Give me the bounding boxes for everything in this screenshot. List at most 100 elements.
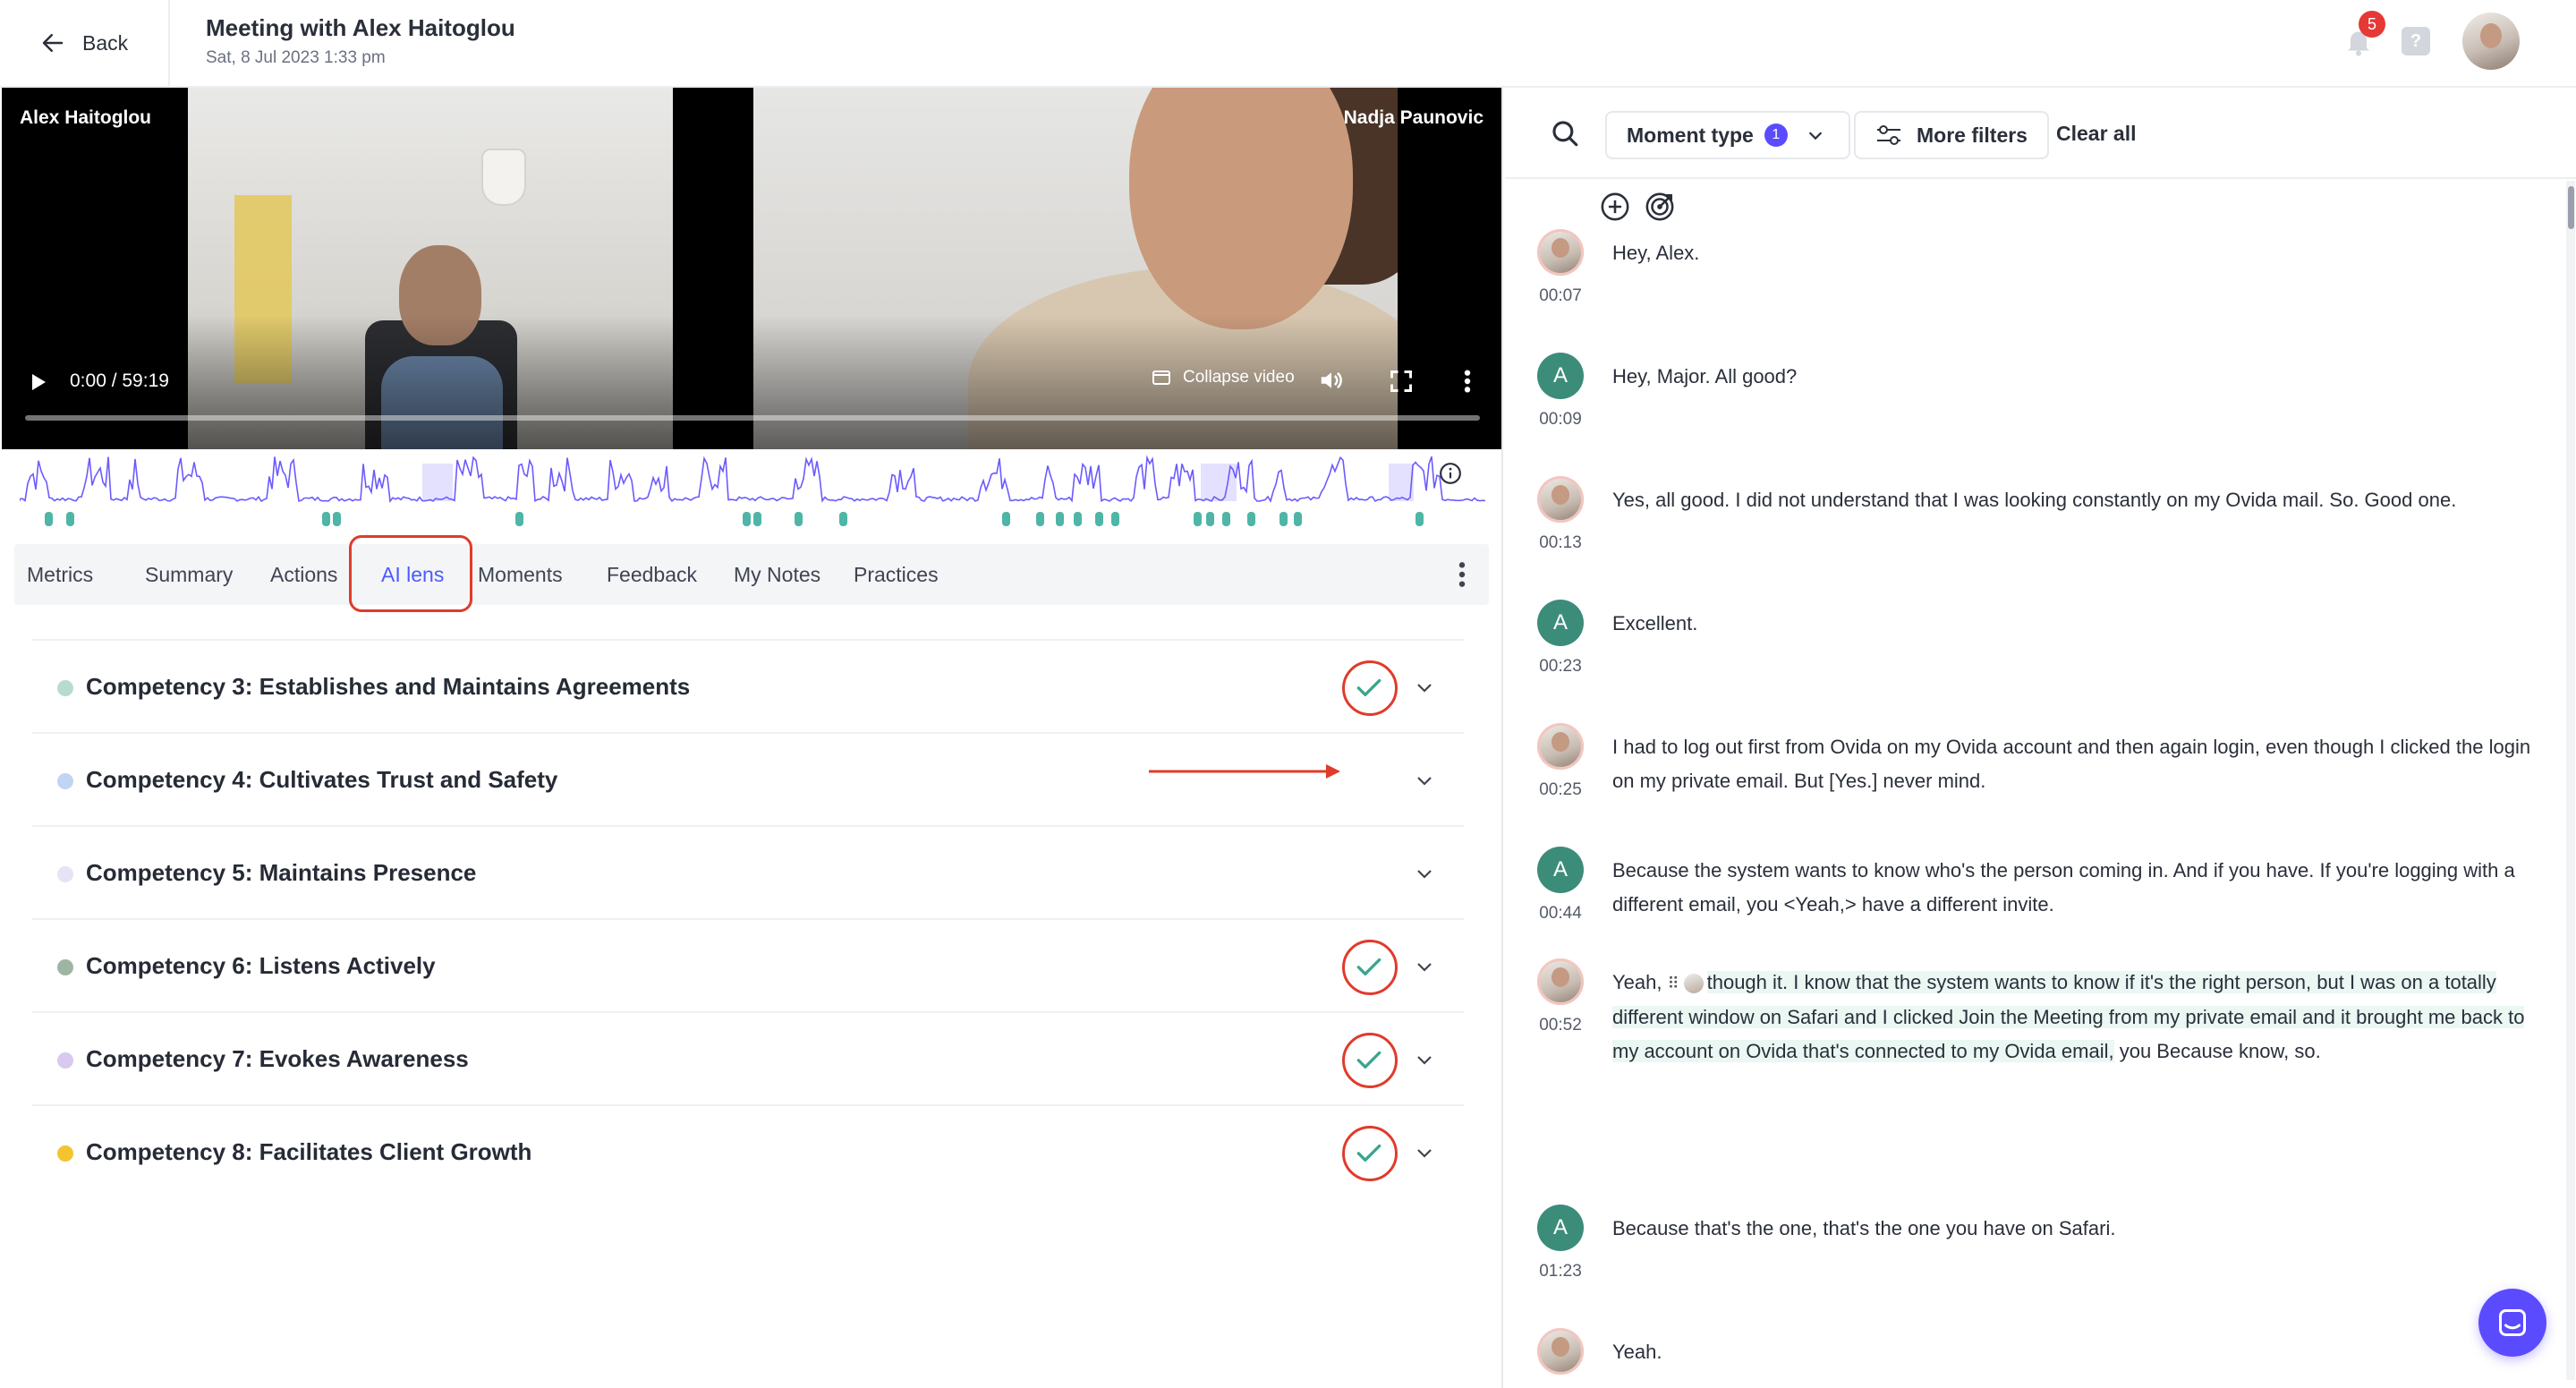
tab-actions[interactable]: Actions [270,544,337,605]
moment-marker[interactable] [1247,512,1255,526]
user-avatar[interactable] [2462,13,2520,70]
collapse-video-button[interactable]: Collapse video [1151,367,1295,388]
moment-marker[interactable] [333,512,341,526]
more-filters-button[interactable]: More filters [1854,111,2049,159]
chevron-down-icon[interactable] [1414,1049,1435,1070]
meeting-date: Sat, 8 Jul 2023 1:33 pm [206,48,386,67]
competency-row[interactable]: Competency 8: Facilitates Client Growth [32,1104,1464,1197]
video-more-icon[interactable] [1458,367,1476,396]
back-button[interactable]: Back [39,25,128,61]
speaker-name-left: Alex Haitoglou [20,107,152,128]
speaker-avatar[interactable]: A [1537,847,1584,893]
moment-marker[interactable] [1111,512,1119,526]
tab-feedback[interactable]: Feedback [607,544,697,605]
competency-dot [57,959,73,975]
transcript-timestamp[interactable]: 00:23 [1537,657,1584,677]
chevron-down-icon[interactable] [1414,1142,1435,1163]
transcript-timestamp[interactable]: 00:09 [1537,410,1584,430]
speaker-avatar[interactable]: A [1537,600,1584,646]
moment-marker[interactable] [1002,512,1010,526]
moment-marker[interactable] [1036,512,1044,526]
speaker-avatar[interactable] [1537,476,1584,523]
moments-track [20,508,1485,530]
competency-row[interactable]: Competency 3: Establishes and Maintains … [32,639,1464,732]
transcript-timestamp[interactable]: 00:07 [1537,286,1584,306]
help-button[interactable]: ? [2402,27,2430,55]
moment-marker[interactable] [1074,512,1082,526]
transcript-scroll-thumb[interactable] [2568,186,2574,229]
chevron-down-icon[interactable] [1414,677,1435,698]
transcript-text: Yeah, ⠿ though it. I know that the system… [1612,966,2552,1069]
moment-marker[interactable] [1294,512,1302,526]
moment-marker[interactable] [1222,512,1230,526]
transcript-timestamp[interactable]: 00:44 [1537,904,1584,924]
add-moment-icon[interactable] [1600,192,1630,222]
moment-marker[interactable] [1206,512,1214,526]
arrow-annotation [1149,764,1340,779]
video-progress-bar[interactable] [25,415,1480,421]
search-icon[interactable] [1550,118,1580,149]
competency-label: Competency 8: Facilitates Client Growth [86,1138,532,1165]
question-icon: ? [2410,30,2422,51]
chat-icon [2499,1309,2526,1336]
video-player[interactable]: Alex Haitoglou Nadja Paunovic 0:00 / 59:… [2,88,1501,449]
transcript-text-start: Yeah, [1612,971,1662,993]
transcript-text: Hey, Major. All good? [1612,365,1798,387]
moment-marker[interactable] [839,512,847,526]
transcript-timestamp[interactable]: 00:25 [1537,780,1584,800]
active-tab-annotation [349,535,472,612]
clear-all-button[interactable]: Clear all [2056,122,2137,146]
top-header: Back Meeting with Alex Haitoglou Sat, 8 … [0,0,2576,88]
tab-practices[interactable]: Practices [854,544,939,605]
chat-support-button[interactable] [2478,1289,2546,1357]
speaker-avatar[interactable]: A [1537,353,1584,399]
moment-marker[interactable] [1056,512,1064,526]
moment-type-filter[interactable]: Moment type 1 [1605,111,1850,159]
tabs-more-icon[interactable] [1455,557,1469,592]
moment-marker[interactable] [1416,512,1424,526]
target-icon[interactable] [1645,192,1675,222]
chevron-down-icon[interactable] [1414,770,1435,791]
highlighted-moment-text[interactable]: though it. I know that the system wants … [1612,971,2525,1062]
competency-row[interactable]: Competency 6: Listens Actively [32,918,1464,1011]
moment-marker[interactable] [743,512,751,526]
tab-summary[interactable]: Summary [145,544,233,605]
sliders-icon [1877,125,1900,145]
tab-metrics[interactable]: Metrics [27,544,93,605]
play-icon[interactable] [27,370,48,394]
moment-marker[interactable] [795,512,803,526]
tab-my-notes[interactable]: My Notes [734,544,820,605]
competency-row[interactable]: Competency 5: Maintains Presence [32,825,1464,918]
speaker-avatar[interactable]: A [1537,1205,1584,1251]
speaker-initial: A [1552,610,1568,634]
speaker-avatar[interactable] [1537,723,1584,770]
chevron-down-icon[interactable] [1414,863,1435,884]
competency-row[interactable]: Competency 7: Evokes Awareness [32,1011,1464,1104]
competency-dot [57,866,73,882]
moment-marker[interactable] [1279,512,1288,526]
volume-icon[interactable] [1317,367,1346,394]
moment-marker[interactable] [753,512,761,526]
speaker-initial: A [1552,857,1568,881]
info-icon[interactable] [1439,462,1462,485]
moment-marker[interactable] [45,512,53,526]
moment-marker[interactable] [1095,512,1103,526]
drag-handle-icon[interactable]: ⠿ [1668,966,1680,1001]
chevron-down-icon[interactable] [1414,956,1435,977]
transcript-text: Excellent. [1612,612,1698,634]
speaker-avatar[interactable] [1537,1328,1584,1375]
fullscreen-icon[interactable] [1389,369,1414,394]
audio-waveform[interactable] [20,455,1485,505]
transcript-scrollbar[interactable] [2566,181,2575,1380]
speaker-avatar[interactable] [1537,958,1584,1005]
moment-marker[interactable] [1194,512,1202,526]
moment-marker[interactable] [322,512,330,526]
video-time: 0:00 / 59:19 [70,370,169,391]
speaker-avatar[interactable] [1537,229,1584,276]
transcript-timestamp[interactable]: 01:23 [1537,1262,1584,1282]
transcript-timestamp[interactable]: 00:52 [1537,1016,1584,1035]
moment-marker[interactable] [66,512,74,526]
tab-moments[interactable]: Moments [478,544,563,605]
moment-marker[interactable] [515,512,523,526]
transcript-timestamp[interactable]: 00:13 [1537,533,1584,553]
